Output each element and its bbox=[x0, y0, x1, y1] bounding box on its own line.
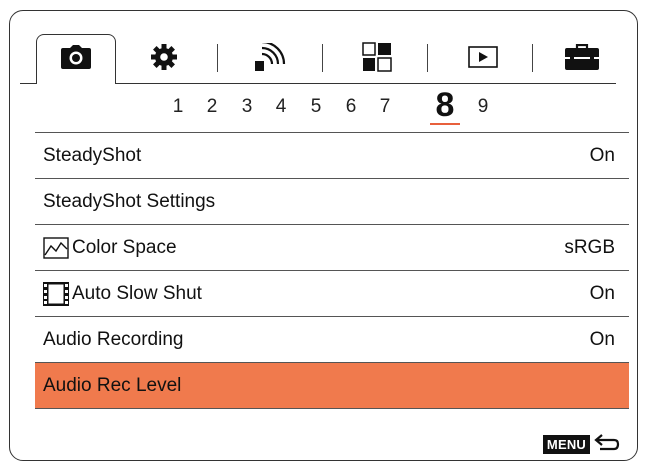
tab-separator bbox=[217, 44, 218, 72]
toolbox-icon bbox=[565, 43, 599, 75]
menu-item-label: Audio Recording bbox=[43, 328, 184, 350]
menu-item-auto-slow-shut[interactable]: Auto Slow Shut On bbox=[35, 270, 629, 316]
tab-separator bbox=[427, 44, 428, 72]
tab-bar bbox=[20, 34, 630, 84]
menu-item-label: SteadyShot Settings bbox=[43, 190, 216, 212]
tab-playback[interactable] bbox=[438, 38, 528, 80]
active-page-underline bbox=[430, 123, 460, 125]
page-number[interactable]: 6 bbox=[346, 96, 357, 118]
menu-button-badge[interactable]: MENU bbox=[542, 435, 590, 454]
menu-item-value: On bbox=[589, 282, 615, 304]
color-space-icon bbox=[43, 236, 69, 259]
menu-item-value: On bbox=[589, 144, 615, 166]
gear-icon bbox=[151, 43, 177, 75]
playback-icon bbox=[468, 45, 498, 73]
page-number[interactable]: 4 bbox=[276, 96, 287, 118]
menu-list-bottom-border bbox=[35, 408, 629, 409]
footer-hint: MENU bbox=[542, 432, 620, 457]
tab-setup[interactable] bbox=[542, 38, 622, 80]
film-icon bbox=[43, 281, 69, 306]
page-number-active[interactable]: 8 bbox=[436, 86, 455, 125]
tab-custom[interactable] bbox=[332, 38, 422, 80]
back-arrow-icon[interactable] bbox=[594, 432, 620, 457]
menu-item-steadyshot-settings[interactable]: SteadyShot Settings bbox=[35, 178, 629, 224]
menu-item-color-space[interactable]: Color Space sRGB bbox=[35, 224, 629, 270]
custom-grid-icon bbox=[362, 41, 392, 77]
menu-item-steadyshot[interactable]: SteadyShot On bbox=[35, 132, 629, 178]
menu-item-label: Color Space bbox=[72, 236, 177, 258]
tab-camera[interactable] bbox=[36, 34, 116, 84]
menu-item-label: Audio Rec Level bbox=[43, 374, 182, 396]
camera-icon bbox=[61, 45, 91, 74]
menu-item-audio-recording[interactable]: Audio Recording On bbox=[35, 316, 629, 362]
page-number[interactable]: 7 bbox=[380, 96, 391, 118]
tab-separator bbox=[532, 44, 533, 72]
menu-item-label: SteadyShot bbox=[43, 144, 142, 166]
tab-network[interactable] bbox=[226, 38, 316, 80]
menu-list: SteadyShot On SteadyShot Settings Color … bbox=[35, 132, 629, 409]
menu-item-value: On bbox=[589, 328, 615, 350]
page-number[interactable]: 9 bbox=[478, 96, 489, 118]
tab-settings[interactable] bbox=[124, 38, 204, 80]
page-number[interactable]: 2 bbox=[207, 96, 218, 118]
menu-item-label-group: Auto Slow Shut bbox=[35, 281, 202, 306]
menu-item-value: sRGB bbox=[564, 236, 615, 258]
menu-item-label: Auto Slow Shut bbox=[72, 282, 202, 304]
page-number[interactable]: 1 bbox=[173, 96, 184, 118]
wireless-icon bbox=[255, 40, 287, 76]
menu-item-label-group: Color Space bbox=[35, 237, 177, 259]
tab-separator bbox=[322, 44, 323, 72]
menu-item-audio-rec-level[interactable]: Audio Rec Level bbox=[35, 362, 629, 408]
page-number[interactable]: 3 bbox=[242, 96, 253, 118]
page-number[interactable]: 5 bbox=[311, 96, 322, 118]
page-indicator: 1 2 3 4 5 6 7 8 9 bbox=[0, 86, 648, 126]
